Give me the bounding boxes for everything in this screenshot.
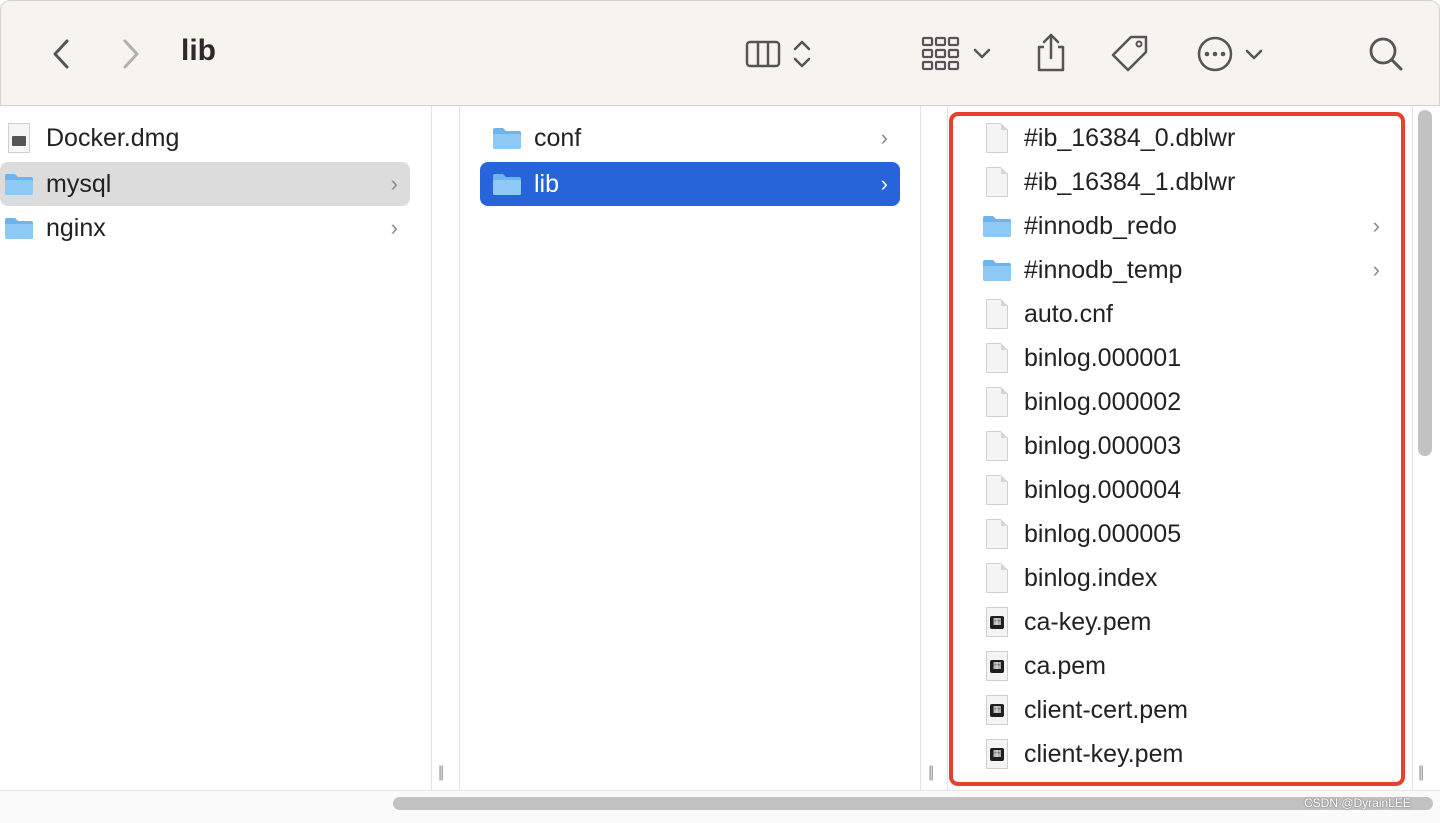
file-item-label: binlog.index (1024, 563, 1158, 592)
file-item[interactable]: binlog.000002 (982, 380, 1392, 424)
document-icon (982, 343, 1012, 373)
window-title: lib (181, 34, 216, 67)
file-item[interactable]: binlog.000004 (982, 468, 1392, 512)
certificate-file-icon: ▦ (982, 607, 1012, 637)
chevron-right-icon: › (390, 171, 398, 196)
chevron-right-icon: › (390, 215, 398, 240)
ellipsis-circle-icon[interactable] (1195, 33, 1267, 75)
file-item-label: ca-key.pem (1024, 607, 1152, 636)
folder-item-label: lib (534, 169, 560, 198)
file-item-label: ca.pem (1024, 651, 1106, 680)
column-resize-handle[interactable]: || (1418, 764, 1424, 782)
chevron-left-icon[interactable] (45, 37, 77, 71)
file-item-label: #innodb_temp (1024, 255, 1183, 284)
file-item-label: #innodb_redo (1024, 211, 1177, 240)
vertical-scrollbar[interactable] (1418, 110, 1432, 456)
column-2: conf › lib › || (460, 106, 934, 790)
file-item[interactable]: binlog.000003 (982, 424, 1392, 468)
search-icon[interactable] (1367, 35, 1405, 73)
folder-item-mysql[interactable]: mysql › (0, 162, 410, 206)
file-item[interactable]: binlog.index (982, 556, 1392, 600)
document-icon (982, 123, 1012, 153)
column-divider (431, 106, 432, 790)
file-item[interactable]: binlog.000001 (982, 336, 1392, 380)
file-item-label: binlog.000001 (1024, 343, 1182, 372)
file-item-label: Docker.dmg (46, 123, 180, 152)
file-item[interactable]: binlog.000005 (982, 512, 1392, 556)
folder-icon (982, 211, 1012, 241)
document-icon (982, 431, 1012, 461)
file-item[interactable]: auto.cnf (982, 292, 1392, 336)
file-item-label: client-key.pem (1024, 739, 1184, 768)
column-divider (920, 106, 921, 790)
folder-icon (492, 169, 522, 199)
file-item-label: #ib_16384_0.dblwr (1024, 123, 1236, 152)
document-icon (982, 167, 1012, 197)
file-item-label: binlog.000005 (1024, 519, 1182, 548)
column-3: #ib_16384_0.dblwr #ib_16384_1.dblwr #innod… (948, 106, 1414, 790)
document-icon (982, 387, 1012, 417)
folder-item[interactable]: #innodb_temp › (982, 248, 1392, 292)
columns-view-icon[interactable] (743, 37, 823, 71)
file-item-label: client-cert.pem (1024, 695, 1188, 724)
column-resize-handle[interactable]: || (928, 764, 934, 782)
file-item-label: auto.cnf (1024, 299, 1113, 328)
chevron-right-icon: › (880, 125, 888, 150)
column-1: Docker.dmg mysql › nginx › || (0, 106, 444, 790)
folder-icon (4, 169, 34, 199)
folder-icon (4, 213, 34, 243)
folder-item-label: nginx (46, 213, 106, 242)
file-item[interactable]: ▦ client-cert.pem (982, 688, 1392, 732)
column-divider (1412, 106, 1413, 790)
file-item-label: #ib_16384_1.dblwr (1024, 167, 1236, 196)
column-browser: Docker.dmg mysql › nginx › || conf › lib… (0, 106, 1440, 790)
certificate-file-icon: ▦ (982, 695, 1012, 725)
file-item[interactable]: #ib_16384_1.dblwr (982, 160, 1392, 204)
horizontal-scrollbar[interactable] (393, 797, 1433, 810)
grid-group-icon[interactable] (919, 35, 995, 73)
watermark: CSDN @DyrainLEE (1304, 796, 1411, 810)
chevron-right-icon: › (1372, 213, 1380, 238)
folder-item[interactable]: #innodb_redo › (982, 204, 1392, 248)
file-item-label: binlog.000004 (1024, 475, 1182, 504)
certificate-file-icon: ▦ (982, 651, 1012, 681)
folder-item-lib[interactable]: lib › (480, 162, 900, 206)
folder-item-nginx[interactable]: nginx › (0, 206, 410, 250)
file-item[interactable]: ▦ client-key.pem (982, 732, 1392, 776)
file-item[interactable]: ▦ ca-key.pem (982, 600, 1392, 644)
chevron-right-icon: › (880, 171, 888, 196)
file-item[interactable]: #ib_16384_0.dblwr (982, 116, 1392, 160)
tag-icon[interactable] (1109, 33, 1151, 75)
document-icon (982, 299, 1012, 329)
folder-item-conf[interactable]: conf › (480, 116, 900, 160)
disk-image-icon (4, 123, 34, 153)
share-icon[interactable] (1033, 31, 1069, 73)
folder-icon (492, 123, 522, 153)
folder-icon (982, 255, 1012, 285)
file-item-label: binlog.000003 (1024, 431, 1182, 460)
file-item-docker-dmg[interactable]: Docker.dmg (0, 116, 410, 160)
document-icon (982, 475, 1012, 505)
file-item-label: binlog.000002 (1024, 387, 1182, 416)
toolbar: lib (0, 0, 1440, 106)
column-resize-handle[interactable]: || (438, 764, 444, 782)
certificate-file-icon: ▦ (982, 739, 1012, 769)
folder-item-label: conf (534, 123, 582, 152)
folder-item-label: mysql (46, 169, 112, 198)
file-item[interactable]: ▦ ca.pem (982, 644, 1392, 688)
document-icon (982, 519, 1012, 549)
chevron-right-icon[interactable] (115, 37, 147, 71)
document-icon (982, 563, 1012, 593)
chevron-right-icon: › (1372, 257, 1380, 282)
